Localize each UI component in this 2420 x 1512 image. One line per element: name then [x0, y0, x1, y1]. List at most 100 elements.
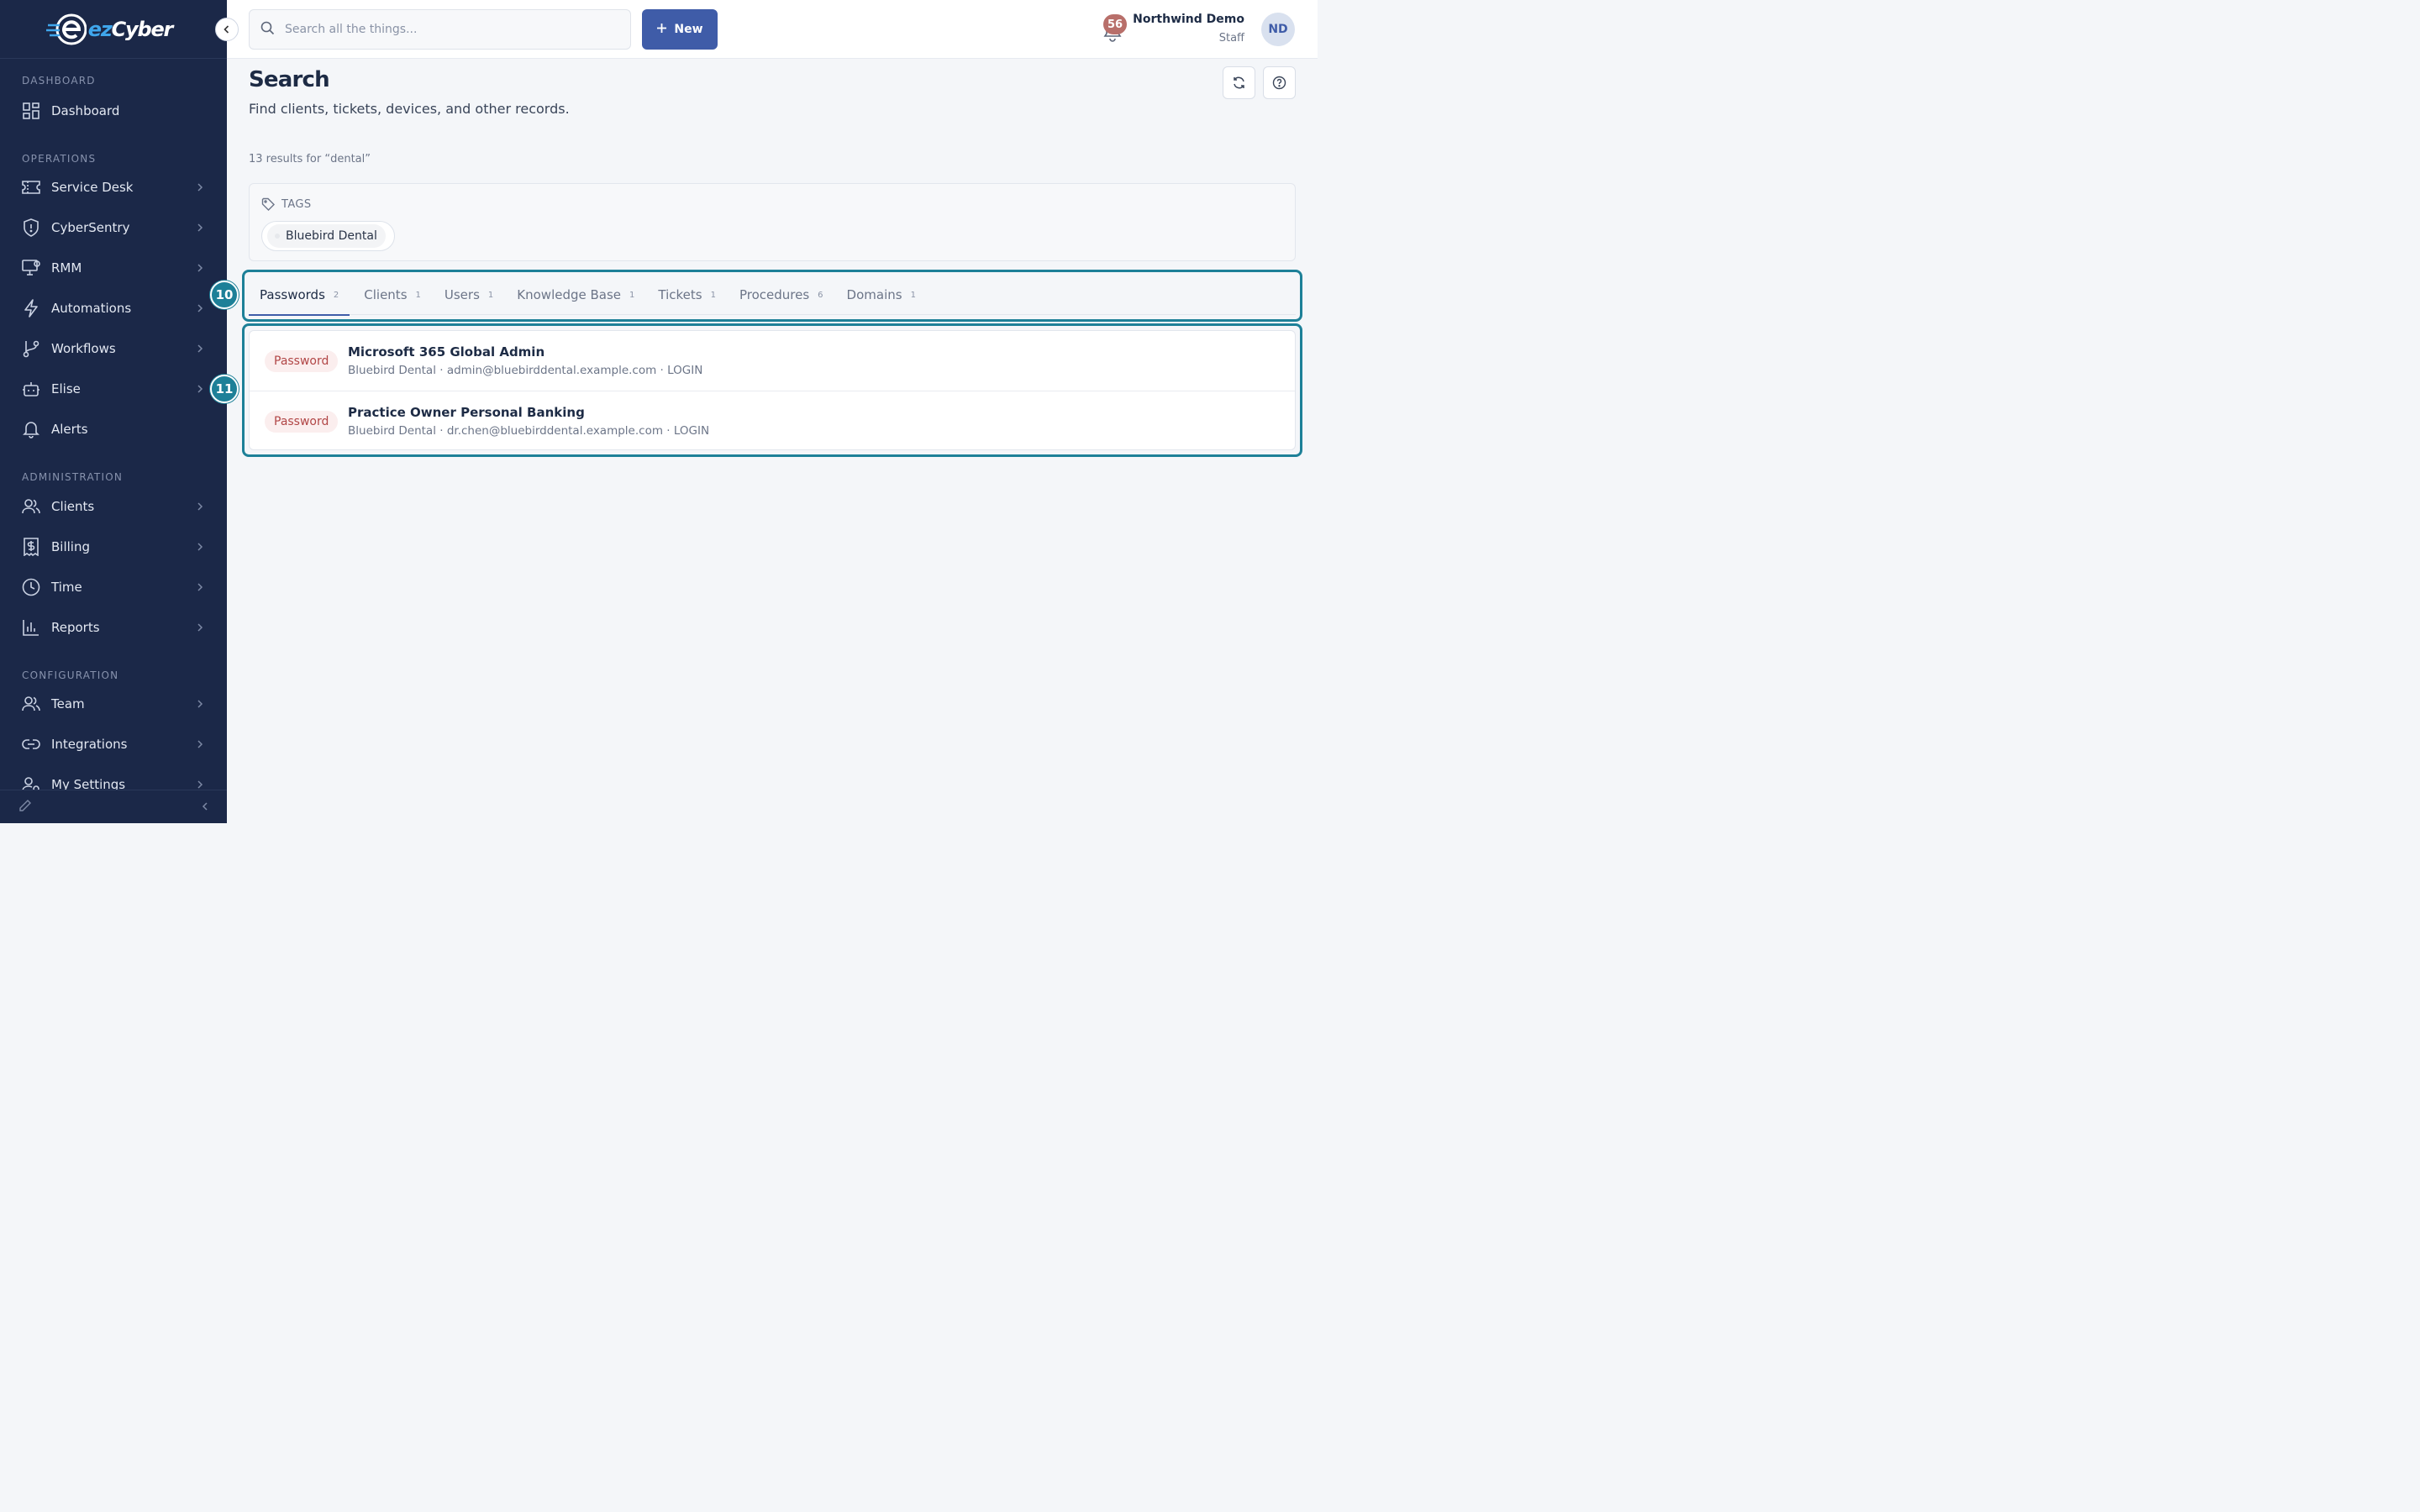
- link-icon: [22, 735, 40, 753]
- sidebar-item-alerts[interactable]: Alerts: [0, 412, 227, 446]
- sidebar-collapse-button[interactable]: [215, 18, 239, 41]
- sidebar-item-label: Alerts: [51, 422, 88, 437]
- chevron-right-icon: [197, 737, 203, 753]
- chevron-right-icon: [197, 260, 203, 276]
- sidebar-item-label: Billing: [51, 539, 90, 554]
- chevron-right-icon: [197, 620, 203, 636]
- tab-count: 1: [710, 290, 716, 300]
- tag-chip-label: Bluebird Dental: [267, 224, 386, 248]
- sidebar-item-automations[interactable]: Automations: [0, 291, 227, 325]
- tab-label: Knowledge Base: [517, 287, 622, 302]
- tab-knowledge-base[interactable]: Knowledge Base 1: [506, 275, 645, 315]
- section-administration: ADMINISTRATION: [22, 471, 124, 483]
- result-title: Practice Owner Personal Banking: [348, 405, 585, 420]
- tab-count: 2: [333, 290, 339, 300]
- help-icon: [1272, 76, 1286, 90]
- tab-count: 1: [487, 290, 494, 300]
- chevron-right-icon: [197, 580, 203, 596]
- tab-label: Clients: [364, 287, 408, 302]
- global-search[interactable]: [249, 9, 631, 50]
- chevron-right-icon: [197, 341, 203, 357]
- results-list: Password Microsoft 365 Global Admin Blue…: [249, 330, 1296, 450]
- tab-users[interactable]: Users 1: [434, 275, 504, 315]
- tags-heading-label: TAGS: [281, 197, 312, 211]
- bell-icon: [22, 420, 40, 438]
- page-subtitle: Find clients, tickets, devices, and othe…: [249, 101, 570, 117]
- sidebar-item-label: Elise: [51, 381, 81, 396]
- sidebar-item-workflows[interactable]: Workflows: [0, 332, 227, 365]
- refresh-button[interactable]: [1223, 66, 1255, 99]
- shield-icon: [22, 218, 40, 237]
- sidebar-item-label: Team: [51, 696, 85, 711]
- logo-text-prefix: ez: [87, 17, 113, 41]
- sidebar-item-elise[interactable]: Elise: [0, 372, 227, 406]
- sidebar-item-service-desk[interactable]: Service Desk: [0, 171, 227, 204]
- topbar: New 56 Northwind Demo Staff ND: [227, 0, 1318, 59]
- result-row[interactable]: Password Practice Owner Personal Banking…: [250, 391, 1295, 450]
- user-role: Staff: [1218, 32, 1244, 45]
- notification-count-badge: 56: [1103, 14, 1127, 34]
- robot-icon: [22, 380, 40, 398]
- search-input[interactable]: [285, 23, 604, 36]
- logo-mark-icon: [45, 13, 87, 45]
- sidebar-item-label: Clients: [51, 499, 95, 514]
- chevron-right-icon: [197, 220, 203, 236]
- chevron-right-icon: [197, 696, 203, 712]
- sidebar-item-label: Time: [51, 580, 82, 595]
- tabs-marker: 10: [210, 281, 239, 309]
- sidebar-footer: [0, 790, 227, 823]
- plus-icon: [656, 23, 667, 37]
- sidebar-item-clients[interactable]: Clients: [0, 490, 227, 523]
- tab-count: 6: [818, 290, 823, 300]
- tab-domains[interactable]: Domains 1: [836, 275, 927, 315]
- chevron-left-icon[interactable]: [202, 799, 208, 815]
- logo-text: ezCyber: [87, 17, 174, 41]
- results-count: 13 results for “dental”: [249, 153, 371, 165]
- logo-row: ezCyber: [0, 0, 239, 59]
- sidebar-item-cybersentry[interactable]: CyberSentry: [0, 211, 227, 244]
- sidebar-item-time[interactable]: Time: [0, 570, 227, 604]
- chevron-right-icon: [197, 301, 203, 317]
- tab-label: Tickets: [658, 287, 702, 302]
- chevron-right-icon: [197, 539, 203, 555]
- chevron-right-icon: [197, 180, 203, 196]
- sidebar-item-label: Dashboard: [51, 103, 120, 118]
- chevron-right-icon: [197, 499, 203, 515]
- sidebar-item-integrations[interactable]: Integrations: [0, 727, 227, 761]
- search-icon: [260, 21, 275, 39]
- tag-icon: [261, 197, 275, 211]
- section-dashboard: DASHBOARD: [22, 75, 96, 87]
- avatar[interactable]: ND: [1261, 13, 1295, 46]
- tab-procedures[interactable]: Procedures 6: [729, 275, 834, 315]
- lightning-icon: [22, 299, 40, 318]
- tab-count: 1: [910, 290, 916, 300]
- sidebar-item-dashboard[interactable]: Dashboard: [0, 94, 227, 128]
- tab-tickets[interactable]: Tickets 1: [647, 275, 727, 315]
- tab-label: Procedures: [739, 287, 810, 302]
- tag-chip[interactable]: Bluebird Dental: [261, 221, 395, 251]
- section-configuration: CONFIGURATION: [22, 669, 119, 681]
- result-row[interactable]: Password Microsoft 365 Global Admin Blue…: [250, 331, 1295, 391]
- sidebar-item-rmm[interactable]: RMM: [0, 251, 227, 285]
- sidebar-item-billing[interactable]: Billing: [0, 530, 227, 564]
- tab-passwords[interactable]: Passwords 2: [249, 275, 350, 316]
- pencil-icon[interactable]: [18, 799, 32, 816]
- dashboard-grid-icon: [22, 102, 40, 120]
- tab-count: 1: [415, 290, 421, 300]
- help-button[interactable]: [1263, 66, 1296, 99]
- sidebar-item-label: Workflows: [51, 341, 116, 356]
- tab-label: Passwords: [260, 287, 325, 302]
- sidebar-item-reports[interactable]: Reports: [0, 611, 227, 644]
- result-tabs: Passwords 2 Clients 1 Users 1 Knowledge …: [249, 275, 1296, 316]
- branch-icon: [22, 339, 40, 358]
- results-marker: 11: [210, 375, 239, 403]
- refresh-icon: [1234, 76, 1244, 89]
- sidebar-item-label: CyberSentry: [51, 220, 130, 235]
- sidebar-item-team[interactable]: Team: [0, 687, 227, 721]
- team-icon: [22, 695, 40, 713]
- result-meta: Bluebird Dental · dr.chen@bluebirddental…: [348, 424, 710, 438]
- new-button[interactable]: New: [642, 9, 718, 50]
- tab-clients[interactable]: Clients 1: [353, 275, 432, 315]
- app-logo[interactable]: ezCyber: [45, 13, 174, 45]
- bar-chart-icon: [22, 618, 40, 637]
